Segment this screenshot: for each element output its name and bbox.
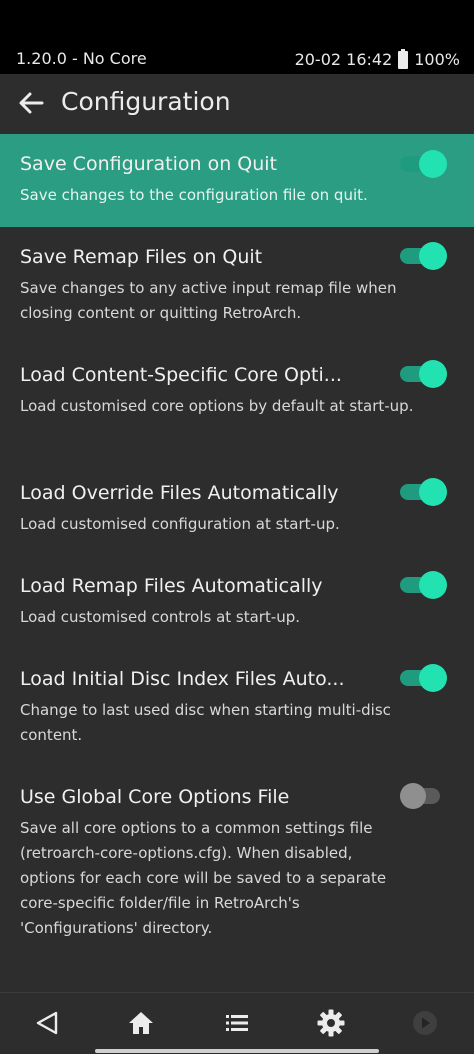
resume-play-icon [413, 1011, 437, 1035]
page-title: Configuration [61, 87, 231, 116]
setting-description: Load customised controls at start-up. [20, 608, 301, 626]
setting-description: Save changes to any active input remap f… [20, 279, 397, 322]
setting-use-global-core-options-file[interactable]: Use Global Core Options File Save all co… [0, 767, 474, 967]
toggle-switch[interactable] [400, 478, 447, 506]
setting-save-remap-files-on-quit[interactable]: Save Remap Files on Quit Save changes to… [0, 227, 474, 345]
battery-icon [398, 49, 409, 69]
toggle-switch[interactable] [400, 782, 446, 810]
setting-title: Load Remap Files Automatically [20, 575, 323, 597]
nav-resume-button[interactable] [407, 1005, 443, 1041]
status-app-version: 1.20.0 - No Core [16, 49, 147, 68]
setting-description: Save changes to the configuration file o… [20, 186, 368, 204]
setting-title: Load Override Files Automatically [20, 482, 339, 504]
toggle-switch[interactable] [400, 664, 447, 692]
battery-percent: 100% [414, 49, 460, 69]
setting-save-configuration-on-quit[interactable]: Save Configuration on Quit Save changes … [0, 134, 474, 227]
nav-settings-button[interactable] [313, 1005, 349, 1041]
setting-description: Load customised configuration at start-u… [20, 515, 340, 533]
app-bar: Configuration [0, 74, 474, 134]
status-right-group: 20-02 16:42 100% [295, 49, 460, 69]
status-bar: 1.20.0 - No Core 20-02 16:42 100% [0, 0, 474, 74]
setting-title: Use Global Core Options File [20, 786, 290, 808]
menu-list-icon [226, 1015, 248, 1031]
bottom-nav-bar [0, 992, 474, 1054]
toggle-switch[interactable] [400, 571, 447, 599]
setting-description: Change to last used disc when starting m… [20, 701, 391, 744]
setting-load-override-files-automatically[interactable]: Load Override Files Automatically Load c… [0, 463, 474, 556]
toggle-switch[interactable] [400, 360, 447, 388]
home-indicator[interactable] [95, 1049, 379, 1053]
setting-description: Load customised core options by default … [20, 397, 414, 415]
settings-gear-icon [317, 1009, 345, 1037]
back-triangle-icon [36, 1011, 58, 1035]
arrow-left-icon[interactable] [18, 90, 44, 116]
setting-title: Save Remap Files on Quit [20, 246, 263, 268]
setting-load-content-specific-core-options[interactable]: Load Content-Specific Core Opti... Load … [0, 345, 474, 463]
nav-back-button[interactable] [29, 1005, 65, 1041]
status-time: 20-02 16:42 [294, 49, 393, 69]
nav-menu-button[interactable] [219, 1005, 255, 1041]
setting-load-initial-disc-index-files[interactable]: Load Initial Disc Index Files Auto... Ch… [0, 649, 474, 767]
toggle-switch[interactable] [400, 242, 447, 270]
nav-home-button[interactable] [123, 1005, 159, 1041]
setting-title: Load Initial Disc Index Files Auto... [20, 668, 345, 690]
setting-title: Load Content-Specific Core Opti... [20, 364, 342, 386]
home-icon [129, 1012, 153, 1034]
setting-description: Save all core options to a common settin… [20, 819, 387, 937]
toggle-switch[interactable] [400, 150, 447, 178]
setting-title: Save Configuration on Quit [20, 153, 278, 175]
setting-load-remap-files-automatically[interactable]: Load Remap Files Automatically Load cust… [0, 556, 474, 649]
